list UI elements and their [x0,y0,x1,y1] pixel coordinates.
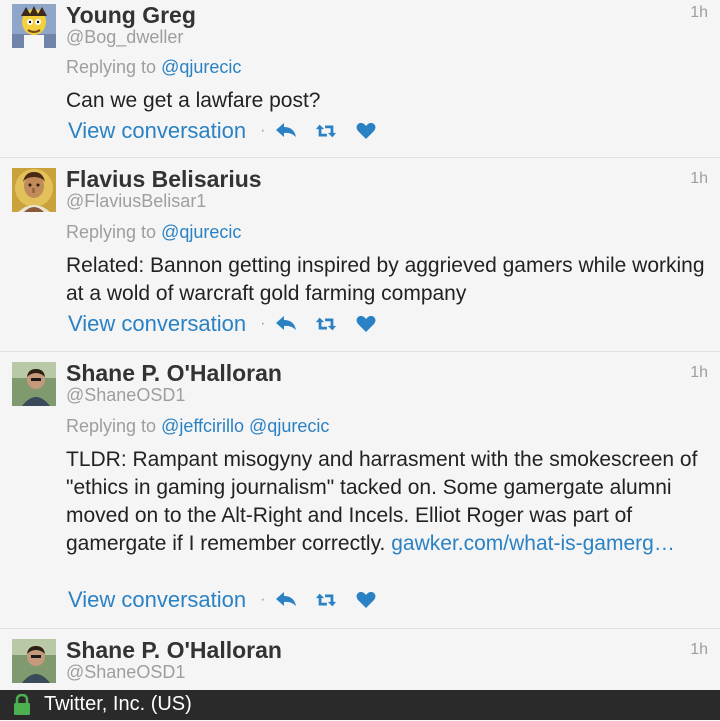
heart-icon[interactable] [355,120,377,142]
status-bar: Twitter, Inc. (US) [0,690,720,720]
heart-icon[interactable] [355,313,377,335]
view-conversation-link[interactable]: View conversation [68,587,246,613]
replying-to: Replying to @jeffcirillo @qjurecic [66,416,329,437]
avatar[interactable] [12,4,56,48]
reply-arrow-icon[interactable] [275,313,297,335]
tweet-text: Related: Bannon getting inspired by aggr… [66,254,705,305]
author-handle[interactable]: @FlaviusBelisar1 [66,191,206,212]
lock-icon [12,693,32,716]
replying-to-link[interactable]: @jeffcirillo @qjurecic [161,416,329,436]
separator-dot: · [260,122,266,139]
tweet-item[interactable]: Shane P. O'Halloran @ShaneOSD1 1h Replyi… [0,352,720,629]
separator-dot: · [260,315,266,332]
tweet-item[interactable]: Shane P. O'Halloran @ShaneOSD1 1h [0,629,720,690]
author-name[interactable]: Flavius Belisarius [66,166,262,193]
tweet-timestamp: 1h [690,4,708,21]
separator-dot: · [260,591,266,608]
replying-to-link[interactable]: @qjurecic [161,57,241,77]
author-name[interactable]: Shane P. O'Halloran [66,360,282,387]
avatar[interactable] [12,639,56,683]
tweet-text: Can we get a lawfare post? [66,89,321,112]
avatar[interactable] [12,168,56,212]
status-bar-label: Twitter, Inc. (US) [44,693,192,715]
view-conversation-link[interactable]: View conversation [68,118,246,144]
replying-prefix: Replying to [66,416,157,436]
author-handle[interactable]: @ShaneOSD1 [66,662,185,683]
tweet-item[interactable]: Flavius Belisarius @FlaviusBelisar1 1h R… [0,158,720,352]
tweet-timestamp: 1h [690,170,708,187]
tweet-actions: View conversation · [68,116,395,146]
reply-arrow-icon[interactable] [275,120,297,142]
author-handle[interactable]: @ShaneOSD1 [66,385,185,406]
retweet-icon[interactable] [315,120,337,142]
author-name[interactable]: Young Greg [66,2,196,29]
replying-to: Replying to @qjurecic [66,222,241,243]
tweet-timestamp: 1h [690,364,708,381]
heart-icon[interactable] [355,589,377,611]
tweet-text: TLDR: Rampant misogyny and harrasment wi… [66,446,710,558]
tweet-actions: View conversation · [68,585,395,615]
replying-prefix: Replying to [66,57,157,77]
tweet-actions: View conversation · [68,309,395,339]
tweet-timestamp: 1h [690,641,708,658]
avatar[interactable] [12,362,56,406]
view-conversation-link[interactable]: View conversation [68,311,246,337]
tweet-link[interactable]: gawker.com/what-is-gamerg… [391,532,675,555]
retweet-icon[interactable] [315,313,337,335]
author-name[interactable]: Shane P. O'Halloran [66,637,282,664]
timeline-feed[interactable]: Young Greg @Bog_dweller 1h Replying to @… [0,0,720,690]
replying-to-link[interactable]: @qjurecic [161,222,241,242]
retweet-icon[interactable] [315,589,337,611]
tweet-item[interactable]: Young Greg @Bog_dweller 1h Replying to @… [0,0,720,158]
author-handle[interactable]: @Bog_dweller [66,27,183,48]
reply-arrow-icon[interactable] [275,589,297,611]
replying-to: Replying to @qjurecic [66,57,241,78]
replying-prefix: Replying to [66,222,157,242]
